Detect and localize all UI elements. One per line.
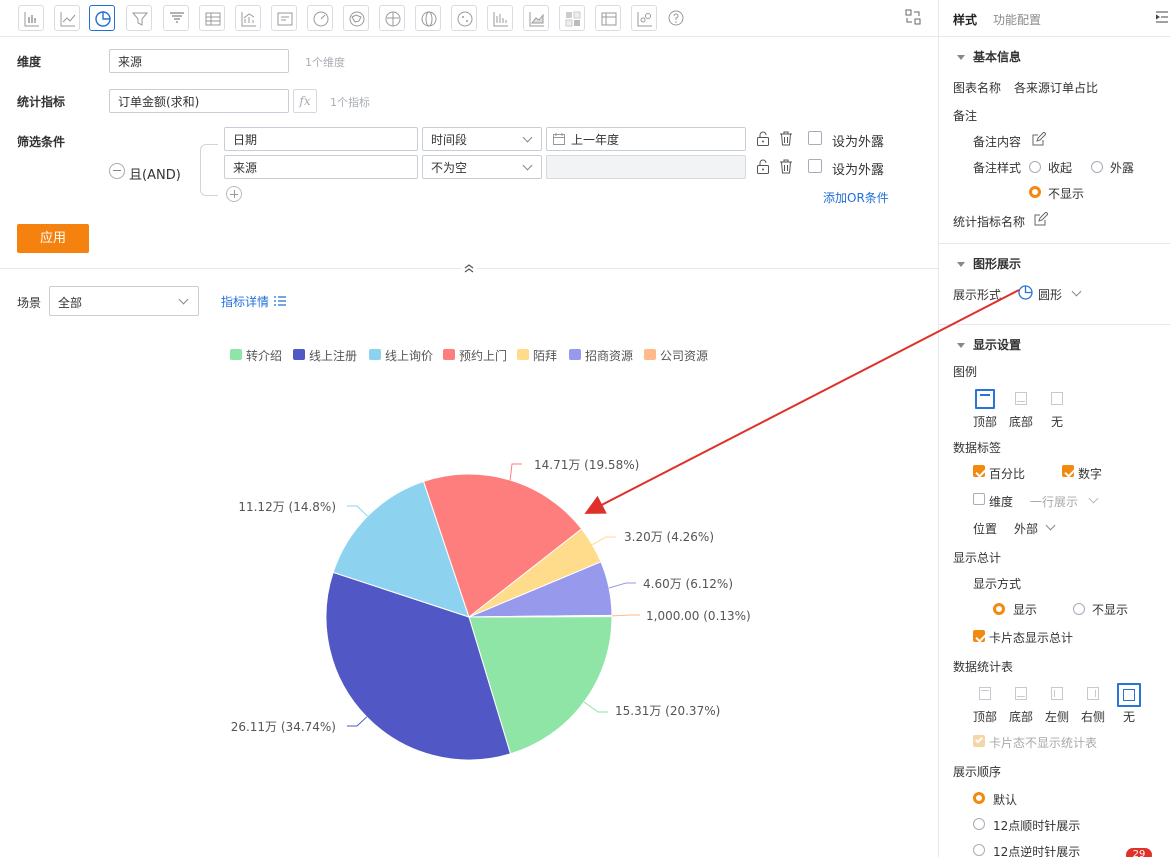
stats-top-label: 顶部 xyxy=(973,710,998,724)
legend-none-option[interactable] xyxy=(1047,389,1067,409)
notification-badge[interactable]: 29 xyxy=(1126,848,1152,857)
dimension-checkbox[interactable] xyxy=(973,493,985,505)
total-title: 显示总计 xyxy=(953,551,1002,565)
edit-icon[interactable] xyxy=(1032,131,1047,146)
chart-name-label: 图表名称 xyxy=(953,81,1002,95)
card-total-checkbox[interactable] xyxy=(973,630,985,642)
display-form-select[interactable]: 圆形 xyxy=(1038,286,1062,303)
chart-name-value[interactable]: 各来源订单占比 xyxy=(1014,79,1098,96)
total-hide-label: 不显示 xyxy=(1092,603,1129,617)
total-show-radio[interactable] xyxy=(993,603,1005,615)
stats-left-label: 左侧 xyxy=(1045,710,1070,724)
pie-leader-line xyxy=(347,716,368,727)
tab-function-config[interactable]: 功能配置 xyxy=(993,11,1041,28)
pie-leader-line xyxy=(583,701,608,713)
order-counterclockwise-radio[interactable] xyxy=(973,844,985,856)
total-mode-label: 显示方式 xyxy=(973,577,1022,591)
stats-top-option[interactable] xyxy=(975,684,995,704)
note-style-collapse-radio[interactable] xyxy=(1029,161,1041,173)
tab-style[interactable]: 样式 xyxy=(953,11,977,28)
number-label: 数字 xyxy=(1078,467,1103,481)
stats-right-label: 右侧 xyxy=(1081,710,1106,724)
note-style-expose-radio[interactable] xyxy=(1091,161,1103,173)
legend-setting-label: 图例 xyxy=(953,365,978,379)
pie-leader-line xyxy=(608,582,636,589)
display-form-label: 展示形式 xyxy=(953,288,1002,302)
note-style-expose-label: 外露 xyxy=(1110,161,1135,175)
order-title: 展示顺序 xyxy=(953,765,1002,779)
display-settings-title: 显示设置 xyxy=(973,338,1022,352)
number-checkbox[interactable] xyxy=(1062,465,1074,477)
percent-checkbox[interactable] xyxy=(973,465,985,477)
percent-label: 百分比 xyxy=(989,467,1026,481)
pie-data-label: 3.20万 (4.26%) xyxy=(624,530,714,544)
basic-info-title: 基本信息 xyxy=(973,50,1022,64)
card-no-stats-label: 卡片态不显示统计表 xyxy=(989,736,1098,750)
card-no-stats-checkbox xyxy=(973,735,985,747)
stats-table-title: 数据统计表 xyxy=(953,660,1014,674)
stats-left-option[interactable] xyxy=(1047,684,1067,704)
note-style-collapse-label: 收起 xyxy=(1048,161,1073,175)
legend-bottom-label: 底部 xyxy=(1009,415,1034,429)
graphic-display-title: 图形展示 xyxy=(973,257,1022,271)
pie-leader-line xyxy=(347,505,368,517)
legend-bottom-option[interactable] xyxy=(1011,389,1031,409)
stats-none-label: 无 xyxy=(1123,710,1136,724)
edit-icon[interactable] xyxy=(1034,211,1049,226)
note-style-label: 备注样式 xyxy=(973,161,1022,175)
pie-chart-icon xyxy=(1018,285,1033,300)
note-style-hide-label: 不显示 xyxy=(1048,187,1085,201)
dimension-cb-label: 维度 xyxy=(989,495,1014,509)
total-hide-radio[interactable] xyxy=(1073,603,1085,615)
total-show-label: 显示 xyxy=(1013,603,1038,617)
one-line-select: 一行展示 xyxy=(1030,495,1079,509)
pie-chart: 15.31万 (20.37%) 26.11万 (34.74%) 11.12万 (14… xyxy=(231,458,751,761)
pie-leader-line xyxy=(592,536,616,546)
position-select[interactable]: 外部 xyxy=(1014,520,1038,537)
legend-top-label: 顶部 xyxy=(973,415,998,429)
collapse-icon[interactable] xyxy=(1155,11,1168,23)
card-total-label: 卡片态显示总计 xyxy=(989,631,1074,645)
pie-data-label: 11.12万 (14.8%) xyxy=(238,500,336,514)
order-clockwise-radio[interactable] xyxy=(973,818,985,830)
panel-divider xyxy=(938,0,939,857)
metric-name-label: 统计指标名称 xyxy=(953,215,1026,229)
pie-data-label: 14.71万 (19.58%) xyxy=(534,458,639,472)
stats-bottom-label: 底部 xyxy=(1009,710,1034,724)
stats-bottom-option[interactable] xyxy=(1011,684,1031,704)
note-style-hide-radio[interactable] xyxy=(1029,186,1041,198)
order-clockwise-label: 12点顺时针展示 xyxy=(993,819,1081,833)
note-content-label: 备注内容 xyxy=(973,135,1022,149)
pie-leader-line xyxy=(509,463,522,481)
order-default-radio[interactable] xyxy=(973,792,985,804)
pie-data-label: 15.31万 (20.37%) xyxy=(615,704,720,718)
pie-data-label: 1,000.00 (0.13%) xyxy=(646,609,751,623)
pie-leader-line xyxy=(611,614,640,617)
order-default-label: 默认 xyxy=(993,793,1018,807)
legend-top-option[interactable] xyxy=(975,389,995,409)
stats-none-option[interactable] xyxy=(1117,683,1141,707)
position-label: 位置 xyxy=(973,522,998,536)
legend-none-label: 无 xyxy=(1051,415,1064,429)
note-label: 备注 xyxy=(953,109,978,123)
pie-data-label: 4.60万 (6.12%) xyxy=(643,577,733,591)
data-label-title: 数据标签 xyxy=(953,441,1002,455)
order-counterclockwise-label: 12点逆时针展示 xyxy=(993,845,1081,857)
pie-data-label: 26.11万 (34.74%) xyxy=(231,720,336,734)
stats-right-option[interactable] xyxy=(1083,684,1103,704)
